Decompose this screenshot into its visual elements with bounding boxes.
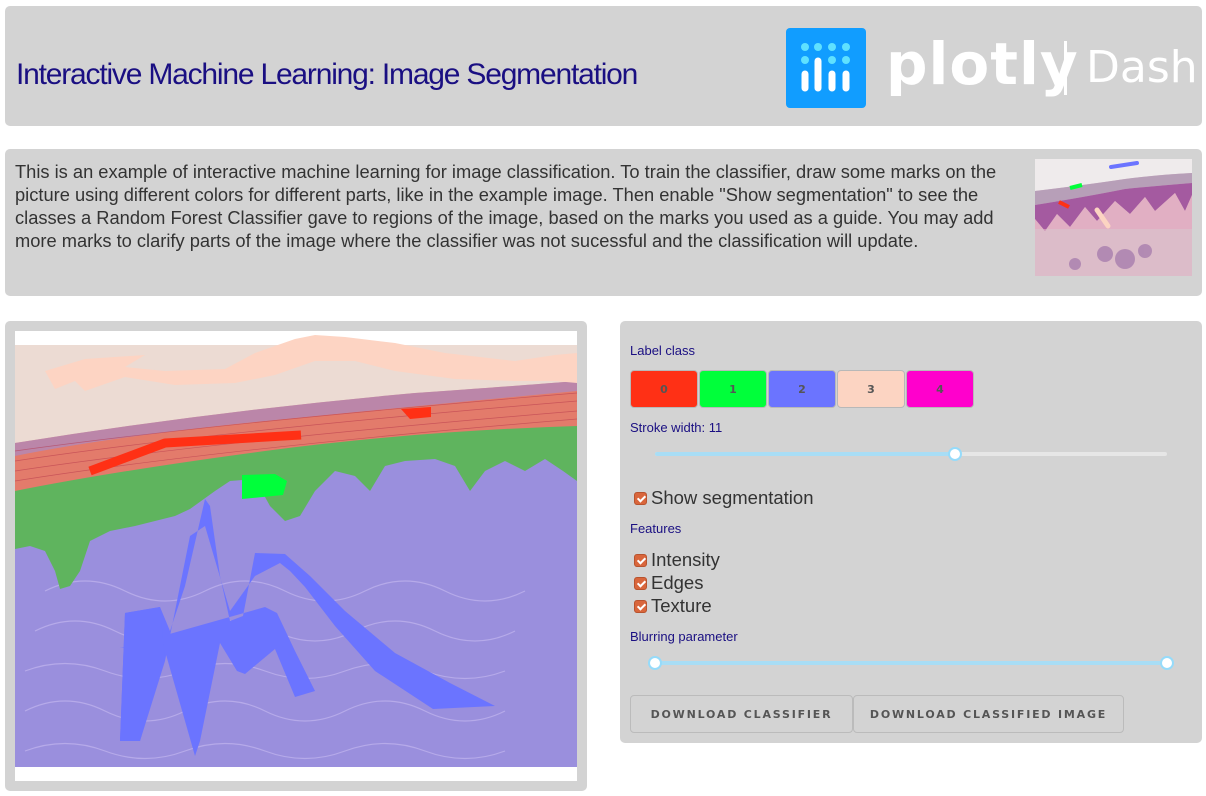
class-button-0[interactable]: 0 <box>630 370 698 408</box>
download-classifier-button[interactable]: DOWNLOAD CLASSIFIER <box>630 695 853 733</box>
show-segmentation-checkbox[interactable] <box>634 491 647 505</box>
class-button-label: 0 <box>660 382 668 396</box>
stroke-width-slider[interactable] <box>655 446 1167 462</box>
features-title: Features <box>630 521 682 536</box>
download-classified-image-button[interactable]: DOWNLOAD CLASSIFIED IMAGE <box>853 695 1124 733</box>
controls-panel: Label class 0 1 2 3 4 Stroke width: 11 S… <box>620 321 1202 743</box>
header-banner: Interactive Machine Learning: Image Segm… <box>5 6 1202 126</box>
texture-checkbox[interactable] <box>634 599 647 613</box>
image-annotation-panel <box>5 321 587 791</box>
logo-separator <box>1064 41 1067 95</box>
class-button-label: 3 <box>867 382 875 396</box>
intro-panel: This is an example of interactive machin… <box>5 149 1202 296</box>
plotly-dash-logo[interactable]: plotly Dash <box>786 28 1198 108</box>
logo-product-name: Dash <box>1086 42 1198 93</box>
stroke-width-label: Stroke width: 11 <box>630 420 723 435</box>
example-image <box>1035 159 1192 276</box>
label-class-title: Label class <box>630 343 696 358</box>
feature-label: Texture <box>651 595 712 616</box>
show-segmentation-label: Show segmentation <box>651 487 814 508</box>
slider-track <box>655 452 955 456</box>
intro-description: This is an example of interactive machin… <box>15 161 997 251</box>
class-button-2[interactable]: 2 <box>768 370 836 408</box>
slider-handle-high[interactable] <box>1160 656 1174 670</box>
blurring-parameter-label: Blurring parameter <box>630 629 738 644</box>
annotation-canvas[interactable] <box>15 331 577 781</box>
class-button-1[interactable]: 1 <box>699 370 767 408</box>
slider-handle[interactable] <box>947 447 962 461</box>
blurring-range-slider[interactable] <box>648 655 1174 671</box>
plotly-logo-icon <box>786 28 866 108</box>
edges-checkbox[interactable] <box>634 576 647 590</box>
intensity-checkbox[interactable] <box>634 553 647 567</box>
slider-track <box>655 661 1167 665</box>
feature-label: Intensity <box>651 549 720 570</box>
class-button-label: 4 <box>936 382 944 396</box>
logo-wordmark: plotly <box>886 30 1079 98</box>
show-segmentation-option[interactable]: Show segmentation <box>634 487 814 509</box>
feature-label: Edges <box>651 572 704 593</box>
page-title: Interactive Machine Learning: Image Segm… <box>16 58 638 91</box>
feature-option-texture[interactable]: Texture <box>634 595 712 617</box>
class-button-3[interactable]: 3 <box>837 370 905 408</box>
class-button-label: 1 <box>729 382 737 396</box>
feature-option-edges[interactable]: Edges <box>634 572 703 594</box>
class-button-4[interactable]: 4 <box>906 370 974 408</box>
feature-option-intensity[interactable]: Intensity <box>634 549 720 571</box>
class-button-label: 2 <box>798 382 806 396</box>
slider-handle-low[interactable] <box>648 656 662 670</box>
label-class-buttons: 0 1 2 3 4 <box>630 370 974 408</box>
